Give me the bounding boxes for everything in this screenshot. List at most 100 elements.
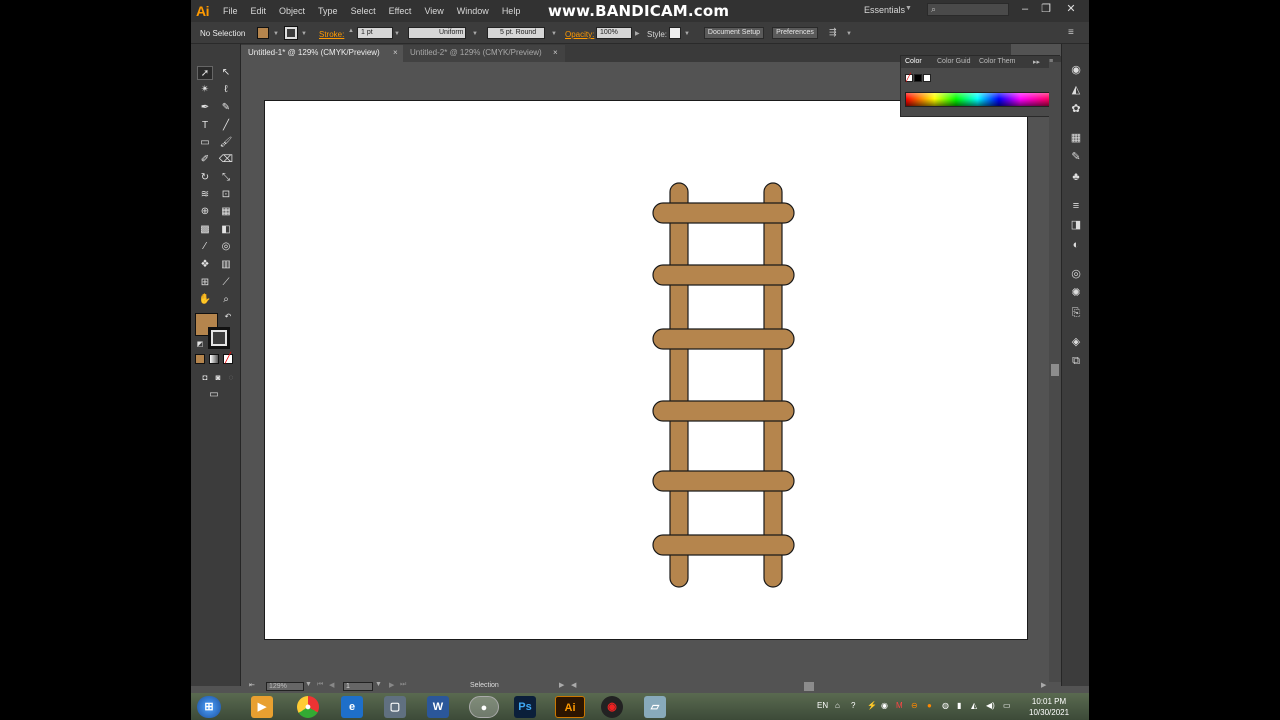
color-panel-icon[interactable]: ◉ (1069, 63, 1083, 77)
artboard[interactable] (264, 100, 1028, 640)
media-player-icon[interactable]: ▶ (251, 696, 273, 718)
next-artboard-icon[interactable]: ▶ (389, 681, 394, 689)
chevron-right-icon[interactable]: ▶ (635, 30, 640, 37)
chrome-active-icon[interactable]: ● (469, 696, 499, 718)
chevron-down-icon[interactable]: ▼ (684, 31, 690, 37)
chevron-down-icon[interactable]: ▼ (301, 31, 307, 37)
photoshop-icon[interactable]: Ps (514, 696, 536, 718)
tray-icon[interactable]: ⌂ (835, 701, 840, 710)
pencil-tool-icon[interactable]: ✐ (197, 153, 213, 167)
eraser-tool-icon[interactable]: ⌫ (218, 153, 234, 167)
hand-tool-icon[interactable]: ✋ (197, 293, 213, 307)
brush-definition[interactable]: 5 pt. Round (487, 27, 545, 39)
color-spectrum[interactable] (905, 92, 1050, 107)
tablet-icon[interactable]: ▱ (644, 696, 666, 718)
ladder-rung-3[interactable] (652, 328, 795, 350)
menu-select[interactable]: Select (351, 6, 376, 16)
tray-icon[interactable]: ▮ (957, 701, 961, 710)
chevron-down-icon[interactable]: ▼ (846, 31, 852, 37)
ladder-rung-1[interactable] (652, 202, 795, 224)
color-mode-icon[interactable] (195, 354, 205, 364)
search-input[interactable]: ⌕ (927, 3, 1009, 16)
action-center-icon[interactable]: ▭ (1003, 701, 1011, 710)
zoom-tool-icon[interactable]: ⌕ (218, 293, 234, 307)
eyedropper-tool-icon[interactable]: ⁄ (197, 240, 213, 254)
ladder-rail-right[interactable] (763, 182, 783, 588)
graphic-styles-icon[interactable]: ✺ (1069, 286, 1083, 300)
white-swatch[interactable] (923, 74, 931, 82)
start-button[interactable]: ⊞ (197, 696, 221, 718)
tab-untitled-2[interactable]: Untitled-2* @ 129% (CMYK/Preview) × (403, 45, 565, 62)
minimize-button[interactable]: – (1014, 1, 1036, 19)
symbol-sprayer-tool-icon[interactable]: ❖ (197, 258, 213, 272)
chrome-icon[interactable]: ● (297, 696, 319, 718)
tray-icon[interactable]: ◍ (942, 701, 949, 710)
fill-color-swatch[interactable] (257, 27, 269, 39)
illustrator-icon[interactable]: Ai (555, 696, 585, 718)
stroke-label[interactable]: Stroke: (319, 30, 344, 39)
internet-explorer-icon[interactable]: e (341, 696, 363, 718)
horizontal-scroll-thumb[interactable] (804, 682, 814, 691)
pen-tool-icon[interactable]: ✒ (197, 101, 213, 115)
column-graph-tool-icon[interactable]: ▥ (218, 258, 234, 272)
lasso-tool-icon[interactable]: ℓ (218, 83, 234, 97)
stroke-weight-field[interactable]: 1 pt (357, 27, 393, 39)
line-tool-icon[interactable]: ╱ (218, 119, 234, 133)
none-mode-icon[interactable]: ╱ (223, 354, 233, 364)
stroke-color-swatch[interactable] (284, 26, 298, 40)
file-explorer-icon[interactable]: ▢ (384, 696, 406, 718)
free-transform-tool-icon[interactable]: ⊡ (218, 188, 234, 202)
layers-icon[interactable]: ◈ (1069, 335, 1083, 349)
brushes-icon[interactable]: ✎ (1069, 150, 1083, 164)
close-button[interactable]: ✕ (1060, 1, 1082, 19)
tray-icon[interactable]: ● (927, 701, 932, 710)
expand-icon[interactable]: ▸▸ (1033, 58, 1040, 66)
tab-color-themes[interactable]: Color Them (979, 58, 1015, 65)
tray-icon[interactable]: M (896, 701, 903, 710)
ladder-rung-4[interactable] (652, 400, 795, 422)
screen-mode-icon[interactable]: ▭ (206, 388, 222, 402)
panel-menu-icon[interactable]: ≡ (1068, 27, 1074, 38)
menu-type[interactable]: Type (318, 6, 338, 16)
none-swatch[interactable]: ╱ (905, 74, 913, 82)
tab-color[interactable]: Color (905, 58, 922, 65)
stepper-icon[interactable]: ▲ (348, 28, 354, 34)
graphic-style-swatch[interactable] (669, 27, 681, 39)
perspective-grid-tool-icon[interactable]: ▦ (218, 205, 234, 219)
language-indicator[interactable]: EN (817, 701, 828, 710)
artboard-tool-icon[interactable]: ⊞ (197, 276, 213, 290)
menu-help[interactable]: Help (502, 6, 521, 16)
stroke-icon[interactable]: ≡ (1069, 199, 1083, 213)
mesh-tool-icon[interactable]: ▩ (197, 223, 213, 237)
opacity-label[interactable]: Opacity: (565, 30, 594, 39)
ladder-artwork[interactable] (265, 101, 1029, 641)
recorder-icon[interactable]: ◉ (601, 696, 623, 718)
magic-wand-tool-icon[interactable]: ✴ (197, 83, 213, 97)
zoom-field[interactable]: 129% (266, 682, 304, 691)
ladder-rung-6[interactable] (652, 534, 795, 556)
color-themes-icon[interactable]: ✿ (1069, 102, 1083, 116)
shape-builder-tool-icon[interactable]: ⊕ (197, 205, 213, 219)
rotate-tool-icon[interactable]: ↻ (197, 171, 213, 185)
swap-fill-stroke-icon[interactable]: ↶ (220, 310, 236, 324)
paintbrush-tool-icon[interactable]: 🖌 (218, 136, 234, 150)
gradient-mode-icon[interactable] (209, 354, 219, 364)
arrange-documents-icon[interactable]: ⇶ (829, 27, 837, 38)
preferences-button[interactable]: Preferences (772, 27, 818, 39)
transparency-icon[interactable]: ◐ (1069, 238, 1083, 252)
tray-icon[interactable]: ◉ (881, 701, 888, 710)
menu-window[interactable]: Window (457, 6, 489, 16)
chevron-down-icon[interactable]: ▼ (551, 31, 557, 37)
first-artboard-icon[interactable]: ⏮ (317, 681, 323, 689)
type-tool-icon[interactable]: T (197, 119, 213, 133)
chevron-right-icon[interactable]: ▶ (1041, 681, 1046, 689)
swatches-icon[interactable]: ▦ (1069, 131, 1083, 145)
document-setup-button[interactable]: Document Setup (704, 27, 764, 39)
tab-color-guide[interactable]: Color Guid (937, 58, 970, 65)
chevron-down-icon[interactable]: ▼ (305, 681, 312, 688)
slice-tool-icon[interactable]: ⟋ (218, 276, 234, 290)
volume-icon[interactable]: ◀) (986, 701, 995, 710)
direct-selection-tool-icon[interactable]: ↖ (218, 66, 234, 80)
appearance-icon[interactable]: ◎ (1069, 267, 1083, 281)
chevron-left-icon[interactable]: ◀ (571, 681, 576, 689)
